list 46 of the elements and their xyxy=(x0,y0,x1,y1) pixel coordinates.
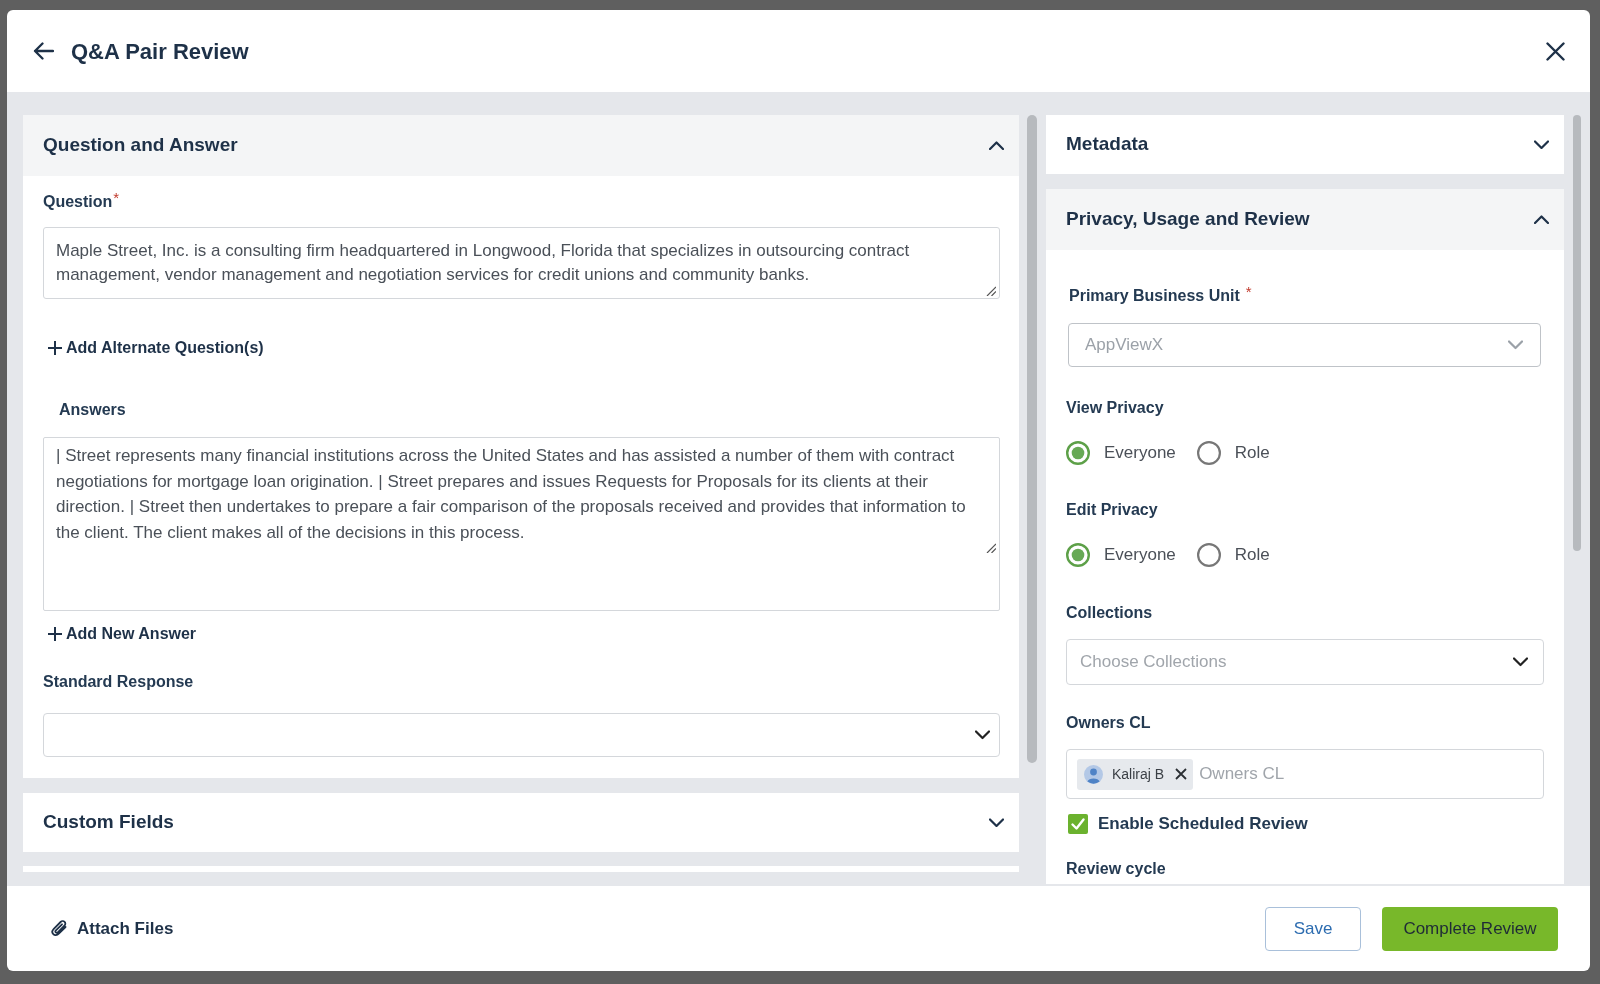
resize-grip-icon xyxy=(986,543,996,553)
user-chip[interactable]: Kaliraj B xyxy=(1077,758,1194,790)
question-field[interactable]: Maple Street, Inc. is a consulting firm headquartered in Longwood, Florida that specializes in outsourcing contract management, vendor management and negotiation services for credit unions and community banks. xyxy=(43,227,1000,299)
radio-button[interactable] xyxy=(1066,543,1090,567)
resize-grip-icon xyxy=(986,286,996,296)
radio-button[interactable] xyxy=(1066,441,1090,465)
close-icon xyxy=(1546,41,1565,61)
plus-icon xyxy=(48,341,62,355)
checkbox[interactable] xyxy=(1068,814,1088,834)
complete-review-button[interactable]: Complete Review xyxy=(1382,906,1558,951)
field-label: Standard Response xyxy=(43,672,194,692)
radio-label: Everyone xyxy=(1104,442,1176,464)
section-header[interactable]: Question and Answer xyxy=(23,115,1019,176)
chevron-down-icon xyxy=(1513,657,1528,667)
field-label: Primary Business Unit xyxy=(1069,286,1240,306)
add-alternate-question-button[interactable]: Add Alternate Question(s) xyxy=(48,337,264,359)
dialog-title: Q&A Pair Review xyxy=(71,37,249,66)
required-asterisk: * xyxy=(1245,284,1252,300)
field-label: Answers xyxy=(59,400,126,420)
attach-files-button[interactable]: Attach Files xyxy=(51,915,174,942)
radio-button[interactable] xyxy=(1196,543,1221,567)
radio-label: Everyone xyxy=(1104,544,1176,566)
field-label: View Privacy xyxy=(1066,398,1164,418)
field-label: Edit Privacy xyxy=(1066,500,1158,520)
field-label: Owners CL xyxy=(1066,713,1151,733)
plus-icon xyxy=(48,627,62,641)
add-new-answer-button[interactable]: Add New Answer xyxy=(48,623,197,645)
field-label: Collections xyxy=(1066,603,1153,623)
radio-button[interactable] xyxy=(1196,441,1221,465)
paperclip-icon xyxy=(51,919,68,938)
required-asterisk: * xyxy=(113,190,120,206)
close-button[interactable] xyxy=(1546,41,1565,61)
owners-field[interactable]: Kaliraj B Owners CL xyxy=(1066,749,1544,799)
checkbox-label: Enable Scheduled Review xyxy=(1098,813,1308,835)
back-button[interactable] xyxy=(33,42,54,60)
radio-label: Role xyxy=(1234,442,1270,464)
remove-icon[interactable] xyxy=(1175,768,1188,780)
chevron-down-icon xyxy=(975,730,990,740)
radio-label: Role xyxy=(1234,544,1270,566)
back-arrow-icon xyxy=(33,42,54,60)
section-header[interactable]: Privacy, Usage and Review xyxy=(1046,189,1564,250)
field-label: Question xyxy=(43,192,113,212)
save-button[interactable]: Save xyxy=(1265,906,1361,951)
answer-field[interactable]: | Street represents many financial institutions across the United States and has assisted a number of them with contract negotiations for mortgage loan origination. | Street prepares and issues Requests for Proposals for its clients at their direction. | Street then undertakes to prepare a fair comparison of the proposals received and provides that information to the client. The client makes all of the decisions in this process. xyxy=(43,437,1000,611)
avatar-icon xyxy=(1084,764,1103,784)
field-label: Review cycle xyxy=(1066,859,1166,879)
